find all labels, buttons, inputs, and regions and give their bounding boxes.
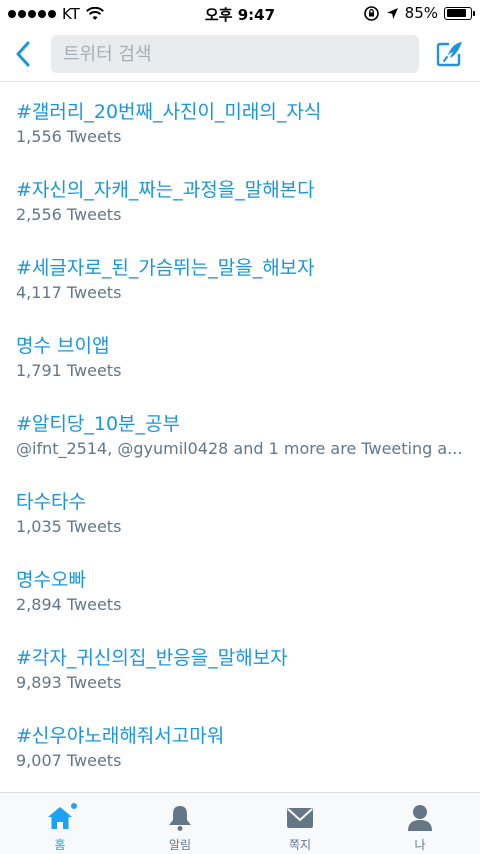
- trend-tweet-count: 2,556 Tweets: [16, 205, 122, 224]
- compose-icon: [436, 42, 462, 67]
- tab-messages[interactable]: 쪽지: [240, 793, 360, 854]
- trend-item[interactable]: #자신의_자캐_짜는_과정을_말해본다 2,556 Tweets: [0, 161, 480, 239]
- status-right: 85%: [363, 4, 475, 22]
- trend-title: #세글자로_된_가슴뛰는_말을_해보자: [16, 257, 315, 279]
- trend-title: 타수타수: [16, 491, 86, 513]
- trend-item[interactable]: #각자_귀신의집_반응을_말해보자 9,893 Tweets: [0, 629, 480, 707]
- trend-title: 명수 브이앱: [16, 335, 110, 357]
- trend-title: 명수오빠: [16, 569, 86, 591]
- trend-tweet-count: 1,035 Tweets: [16, 517, 122, 536]
- tab-label: 알림: [168, 838, 192, 852]
- battery-icon: [444, 6, 475, 20]
- trend-title: #신우야노래해줘서고마워: [16, 725, 225, 747]
- search-header: [0, 28, 480, 82]
- status-bar: KT 오후 9:47 85%: [0, 0, 480, 28]
- search-input[interactable]: [63, 43, 407, 65]
- trend-tweet-count: 4,117 Tweets: [16, 283, 122, 302]
- trend-item[interactable]: #알티당_10분_공부 @ifnt_2514, @gyumil0428 and …: [0, 395, 480, 473]
- tab-notifications[interactable]: 알림: [120, 793, 240, 854]
- tab-me[interactable]: 나: [360, 793, 480, 854]
- trend-title: #알티당_10분_공부: [16, 413, 180, 435]
- trend-list: #갤러리_20번째_사진이_미래의_자식 1,556 Tweets #자신의_자…: [0, 83, 480, 785]
- tab-label: 홈: [54, 838, 66, 852]
- trend-tweet-count: 1,556 Tweets: [16, 127, 122, 146]
- battery-percent: 85%: [404, 4, 438, 22]
- home-icon: [45, 802, 78, 833]
- trend-item[interactable]: 명수 브이앱 1,791 Tweets: [0, 317, 480, 395]
- trend-item[interactable]: #신우야노래해줘서고마워 9,007 Tweets: [0, 707, 480, 785]
- trend-title: #각자_귀신의집_반응을_말해보자: [16, 647, 288, 669]
- back-button[interactable]: [6, 37, 40, 71]
- bell-icon: [165, 803, 195, 833]
- trend-tweet-count: 9,007 Tweets: [16, 751, 122, 770]
- bottom-tab-bar: 홈 알림 쪽지 나: [0, 792, 480, 854]
- unread-dot: [70, 802, 78, 810]
- trend-title: #자신의_자캐_짜는_과정을_말해본다: [16, 179, 315, 201]
- person-icon: [405, 803, 435, 833]
- trend-context: @ifnt_2514, @gyumil0428 and 1 more are T…: [16, 439, 463, 458]
- tab-label: 나: [414, 838, 426, 852]
- envelope-icon: [285, 803, 315, 833]
- compose-button[interactable]: [432, 36, 468, 72]
- trend-tweet-count: 1,791 Tweets: [16, 361, 122, 380]
- trend-item[interactable]: #갤러리_20번째_사진이_미래의_자식 1,556 Tweets: [0, 83, 480, 161]
- location-arrow-icon: [386, 7, 398, 19]
- trend-tweet-count: 2,894 Tweets: [16, 595, 122, 614]
- rotation-lock-icon: [363, 5, 379, 21]
- trend-item[interactable]: 명수오빠 2,894 Tweets: [0, 551, 480, 629]
- trend-title: #갤러리_20번째_사진이_미래의_자식: [16, 101, 322, 123]
- chevron-left-icon: [16, 41, 30, 67]
- trend-item[interactable]: #세글자로_된_가슴뛰는_말을_해보자 4,117 Tweets: [0, 239, 480, 317]
- trend-tweet-count: 9,893 Tweets: [16, 673, 122, 692]
- tab-label: 쪽지: [288, 838, 312, 852]
- tab-home[interactable]: 홈: [0, 793, 120, 854]
- search-field[interactable]: [51, 35, 419, 73]
- trend-item[interactable]: 타수타수 1,035 Tweets: [0, 473, 480, 551]
